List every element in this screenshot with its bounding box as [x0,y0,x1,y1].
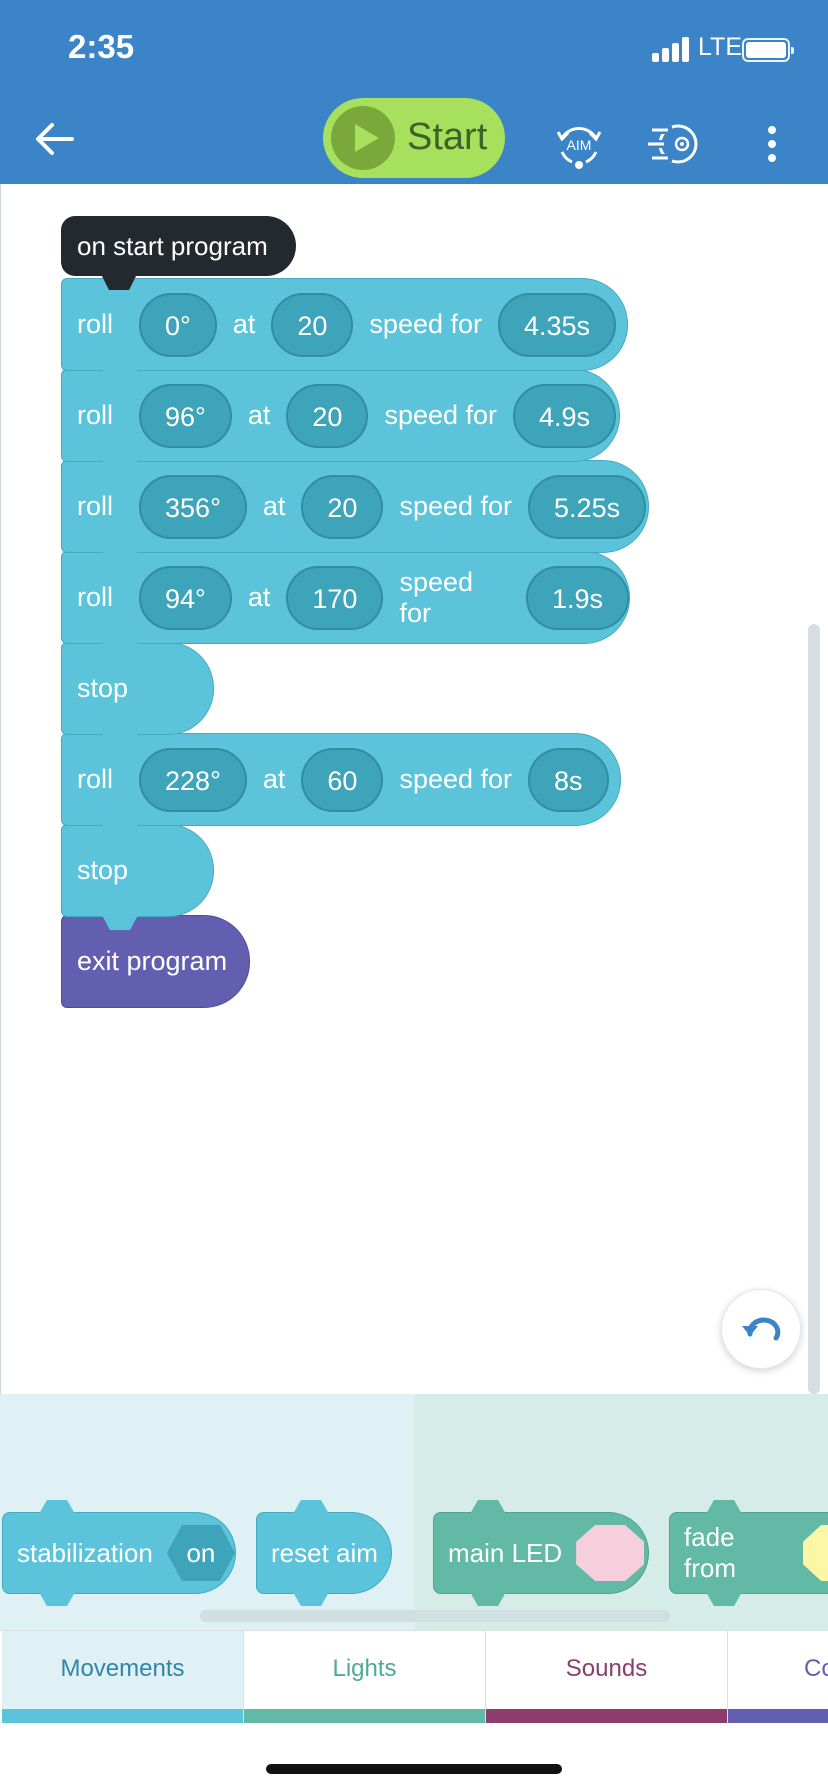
start-button[interactable]: Start [323,98,505,178]
more-vertical-icon [768,126,776,162]
network-label: LTE [698,33,742,61]
palette-scrollbar[interactable] [200,1610,670,1622]
back-button[interactable] [30,114,80,164]
block-keyword: roll [77,309,114,339]
signal-icon [652,36,692,62]
heading-input[interactable]: 96° [139,383,232,448]
main-led-block[interactable]: main LED [433,1500,649,1606]
tab-lights[interactable]: Lights [244,1631,486,1723]
tab-label: Co [804,1655,828,1682]
reset-aim-block[interactable]: reset aim [256,1500,392,1606]
more-options-button[interactable] [760,124,784,164]
tab-label: Sounds [565,1655,648,1682]
speed-for-label: speed for [399,566,474,628]
stop-block[interactable]: stop [61,824,214,930]
block-keyword: stop [77,855,129,885]
roll-block[interactable]: roll 228° at 60 speed for 8s [61,733,621,839]
speed-for-label: speed for [399,491,513,521]
speed-input[interactable]: 170 [286,565,384,630]
aim-icon: AIM [556,127,602,169]
at-label: at [247,400,271,430]
aim-button[interactable]: AIM [552,118,606,172]
aim-label: AIM [567,137,592,153]
at-label: at [262,491,286,521]
block-palette[interactable]: stabilization on reset aim main LED fade… [0,1394,828,1630]
start-label: Start [407,116,488,158]
on-start-program-block[interactable]: on start program [61,216,296,276]
hat-label: on start program [77,231,268,261]
duration-input[interactable]: 8s [528,747,609,812]
canvas-scrollbar[interactable] [808,624,820,1394]
at-label: at [232,309,256,339]
play-icon [331,106,395,170]
tab-label: Movements [60,1655,185,1682]
tab-controls[interactable]: Co [728,1631,828,1723]
fade-from-block[interactable]: fade from [669,1500,828,1606]
heading-input[interactable]: 228° [139,747,247,812]
block-keyword: roll [77,764,114,794]
heading-input[interactable]: 94° [139,565,232,630]
status-time: 2:35 [68,28,135,65]
fade-from-label: fade from [684,1522,736,1583]
undo-icon [742,1317,781,1341]
battery-icon [742,38,794,62]
roll-block[interactable]: roll 94° at 170 speed for 1.9s [61,551,630,657]
tab-sounds[interactable]: Sounds [486,1631,728,1723]
speed-for-label: speed for [399,764,513,794]
reset-aim-label: reset aim [271,1537,378,1568]
main-led-label: main LED [448,1537,563,1568]
speed-input[interactable]: 20 [271,292,354,357]
drive-button[interactable] [648,120,702,168]
arrow-left-icon [36,123,74,155]
block-keyword: roll [77,582,114,612]
speed-input[interactable]: 20 [286,383,369,448]
block-keyword: stop [77,673,129,703]
top-bar: 2:35 LTE Start AIM [0,0,828,184]
stabilization-toggle[interactable]: on [166,1525,235,1581]
tab-label: Lights [332,1655,397,1682]
drive-icon [648,124,698,164]
duration-input[interactable]: 4.35s [498,292,617,357]
tab-movements[interactable]: Movements [2,1631,244,1723]
heading-input[interactable]: 0° [139,292,217,357]
stabilization-block[interactable]: stabilization on [2,1500,236,1606]
led-color-swatch[interactable] [576,1525,645,1581]
roll-block[interactable]: roll 96° at 20 speed for 4.9s [61,369,620,475]
heading-input[interactable]: 356° [139,474,247,539]
duration-input[interactable]: 4.9s [513,383,617,448]
block-keyword: exit program [77,946,228,976]
roll-block[interactable]: roll 356° at 20 speed for 5.25s [61,460,649,566]
at-label: at [262,764,286,794]
home-indicator[interactable] [266,1764,562,1774]
category-tabs: Movements Lights Sounds Co [0,1630,828,1723]
speed-input[interactable]: 60 [301,747,384,812]
block-keyword: roll [77,491,114,521]
speed-for-label: speed for [369,309,482,339]
undo-button[interactable] [721,1289,801,1369]
duration-input[interactable]: 1.9s [525,565,629,630]
block-keyword: roll [77,400,114,430]
fade-color-swatch[interactable] [803,1525,828,1581]
stabilization-label: stabilization [17,1537,153,1568]
exit-program-block[interactable]: exit program [61,915,250,1008]
speed-input[interactable]: 20 [301,474,384,539]
roll-block[interactable]: roll 0° at 20 speed for 4.35s [61,278,628,384]
duration-input[interactable]: 5.25s [528,474,647,539]
speed-for-label: speed for [384,400,498,430]
stop-block[interactable]: stop [61,642,214,748]
at-label: at [247,582,271,612]
